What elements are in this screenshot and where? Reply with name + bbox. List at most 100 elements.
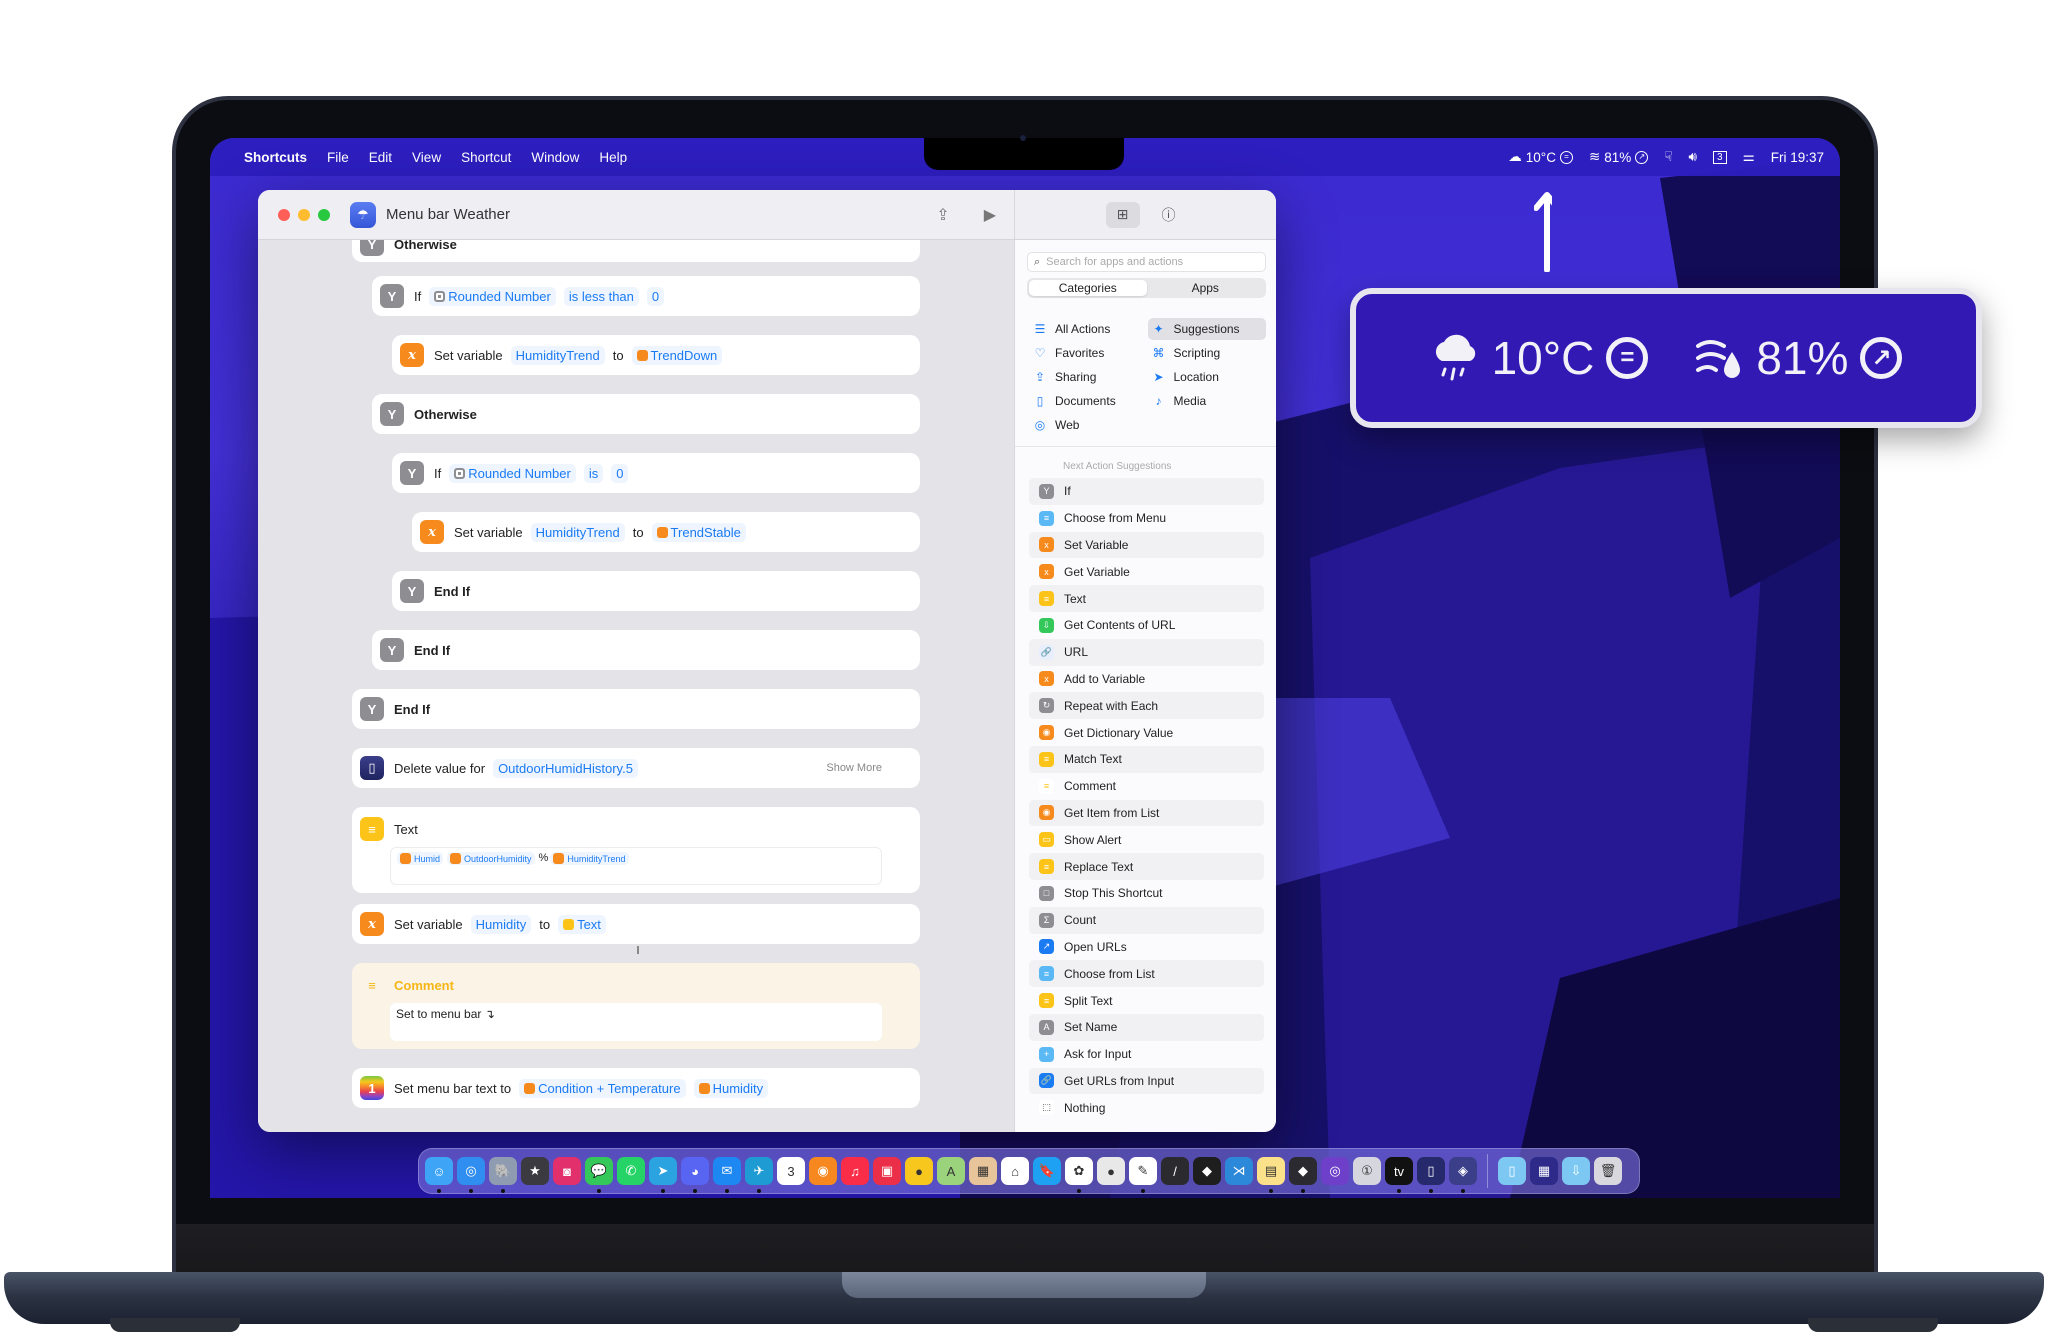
variable-token[interactable]: Humidity	[693, 1078, 769, 1098]
suggestion-choose-from-list[interactable]: ≡ Choose from List	[1029, 960, 1264, 988]
library-icon[interactable]: ⊞	[1105, 201, 1140, 228]
menu-edit[interactable]: Edit	[369, 150, 392, 165]
control-center-icon[interactable]: ⚌	[1743, 149, 1755, 165]
suggestion-repeat-with-each[interactable]: ↻ Repeat with Each	[1029, 692, 1264, 720]
category-all-actions[interactable]: ☰ All Actions	[1029, 318, 1148, 340]
dock-app-github-desktop[interactable]: ◎	[1321, 1157, 1349, 1185]
resize-handle[interactable]	[637, 946, 639, 954]
dock-app-reeder[interactable]: ★	[521, 1157, 549, 1185]
value-token[interactable]: TrendDown	[631, 345, 723, 365]
window-title[interactable]: Menu bar Weather	[386, 206, 510, 223]
key-token[interactable]: OutdoorHumidHistory.5	[493, 758, 638, 778]
dock-app-figma[interactable]: ◆	[1193, 1157, 1221, 1185]
suggestion-ask-for-input[interactable]: + Ask for Input	[1029, 1041, 1264, 1068]
action-end-if[interactable]: Y End If	[392, 571, 920, 611]
menu-file[interactable]: File	[327, 150, 349, 165]
action-set-variable[interactable]: x Set variable Humidity to Text	[352, 904, 920, 944]
value-token[interactable]: Text	[558, 914, 606, 934]
suggestion-nothing[interactable]: ⬚ Nothing	[1029, 1094, 1264, 1121]
dock-app-maps[interactable]: A	[937, 1157, 965, 1185]
action-set-variable[interactable]: x Set variable HumidityTrend to TrendSta…	[412, 512, 920, 552]
suggestion-set-variable[interactable]: x Set Variable	[1029, 531, 1264, 559]
category-location[interactable]: ➤ Location	[1148, 366, 1267, 388]
info-icon[interactable]: ⓘ	[1152, 202, 1186, 228]
suggestion-choose-from-menu[interactable]: ≡ Choose from Menu	[1029, 505, 1264, 532]
dock-app-obsidian[interactable]: ◆	[1289, 1157, 1317, 1193]
hand-cursor-icon[interactable]: ☟	[1664, 149, 1672, 165]
dock-item-screenshot[interactable]: ▦	[1530, 1157, 1558, 1185]
text-field[interactable]: Humid OutdoorHumidity % HumidityTrend	[390, 847, 882, 885]
menu-view[interactable]: View	[412, 150, 441, 165]
variable-name-token[interactable]: Humidity	[470, 914, 532, 934]
clock[interactable]: Fri 19:37	[1771, 150, 1824, 165]
suggestion-match-text[interactable]: ≡ Match Text	[1029, 745, 1264, 773]
suggestion-add-to-variable[interactable]: x Add to Variable	[1029, 666, 1264, 693]
show-more-button[interactable]: Show More	[826, 762, 882, 774]
run-button[interactable]: ▶	[984, 205, 996, 225]
menu-shortcut[interactable]: Shortcut	[461, 150, 511, 165]
variable-token[interactable]: Rounded Number	[429, 286, 556, 306]
menu-window[interactable]: Window	[531, 150, 579, 165]
calendar-icon[interactable]: 3	[1713, 150, 1727, 164]
value-token[interactable]: 0	[646, 286, 665, 306]
suggestion-count[interactable]: Σ Count	[1029, 906, 1264, 934]
variable-name-token[interactable]: HumidityTrend	[530, 522, 625, 542]
share-icon[interactable]: ⇪	[936, 205, 949, 225]
variable-token[interactable]: HumidityTrend	[550, 852, 629, 865]
suggestion-get-urls-from-input[interactable]: 🔗 Get URLs from Input	[1029, 1067, 1264, 1095]
dock-app-messages[interactable]: 💬	[585, 1157, 613, 1193]
status-humidity[interactable]: ≋ 81% ↗	[1589, 149, 1649, 165]
suggestion-replace-text[interactable]: ≡ Replace Text	[1029, 853, 1264, 880]
minimize-button[interactable]	[298, 208, 310, 221]
action-set-menu-bar-text[interactable]: 1 Set menu bar text to Condition + Tempe…	[352, 1068, 920, 1108]
category-sharing[interactable]: ⇪ Sharing	[1029, 366, 1148, 388]
dock-app-discord[interactable]: ◕	[681, 1157, 709, 1193]
comment-field[interactable]: Set to menu bar ↴	[390, 1003, 882, 1041]
variable-token[interactable]: Rounded Number	[449, 463, 576, 483]
dock-app-airmail[interactable]: ✈	[745, 1157, 773, 1193]
tab-apps[interactable]: Apps	[1147, 280, 1265, 296]
dock-app-safari[interactable]: ◎	[457, 1157, 485, 1193]
variable-name-token[interactable]: HumidityTrend	[510, 345, 605, 365]
suggestion-show-alert[interactable]: ▭ Show Alert	[1029, 826, 1264, 853]
dock-app-raycast[interactable]: /	[1161, 1157, 1189, 1185]
dock-app-data-jar[interactable]: ▯	[1417, 1157, 1445, 1193]
value-token[interactable]: TrendStable	[651, 522, 746, 542]
dock-app-tableplus[interactable]: 🐘	[489, 1157, 517, 1193]
dock-app-finder[interactable]: ☺	[425, 1157, 453, 1193]
tab-categories[interactable]: Categories	[1029, 280, 1147, 296]
category-media[interactable]: ♪ Media	[1148, 390, 1267, 412]
category-suggestions[interactable]: ✦ Suggestions	[1147, 318, 1266, 340]
dock-app-photos[interactable]: ✿	[1065, 1157, 1093, 1193]
action-otherwise[interactable]: Y Otherwise	[372, 394, 920, 434]
action-end-if[interactable]: Y End If	[372, 630, 920, 670]
dock-app-whatsapp[interactable]: ✆	[617, 1157, 645, 1185]
suggestion-get-dictionary-value[interactable]: ◉ Get Dictionary Value	[1029, 719, 1264, 746]
suggestion-set-name[interactable]: A Set Name	[1029, 1013, 1264, 1041]
dock-app-overcast[interactable]: ◉	[809, 1157, 837, 1185]
dock-app-home[interactable]: ⌂	[1001, 1157, 1029, 1185]
dock-app-sphere[interactable]: ●	[1097, 1157, 1125, 1185]
suggestion-split-text[interactable]: ≡ Split Text	[1029, 987, 1264, 1014]
suggestion-get-variable[interactable]: x Get Variable	[1029, 558, 1264, 585]
suggestion-get-contents-of-url[interactable]: ⇩ Get Contents of URL	[1029, 612, 1264, 639]
dock-app-pixelmator[interactable]: ✎	[1129, 1157, 1157, 1193]
dock-app-instagram[interactable]: ◙	[553, 1157, 581, 1185]
close-button[interactable]	[278, 208, 290, 221]
condition-token[interactable]: is less than	[563, 286, 639, 306]
category-scripting[interactable]: ⌘ Scripting	[1148, 342, 1267, 364]
dock-app-shortcuts[interactable]: ◈	[1449, 1157, 1477, 1193]
action-text[interactable]: ≡ Text Humid OutdoorHumidity % HumidityT…	[352, 807, 920, 893]
suggestion-open-urls[interactable]: ↗ Open URLs	[1029, 934, 1264, 961]
category-web[interactable]: ◎ Web	[1029, 414, 1148, 436]
suggestion-get-item-from-list[interactable]: ◉ Get Item from List	[1029, 799, 1264, 827]
suggestion-if[interactable]: Y If	[1029, 478, 1264, 505]
dock-app-vs-code[interactable]: ⋊	[1225, 1157, 1253, 1185]
category-documents[interactable]: ▯ Documents	[1029, 390, 1148, 412]
dock-item-trash[interactable]: 🗑	[1594, 1157, 1622, 1185]
suggestion-stop-this-shortcut[interactable]: □ Stop This Shortcut	[1029, 880, 1264, 907]
variable-token[interactable]: OutdoorHumidity	[447, 852, 535, 865]
variable-token[interactable]: Humid	[397, 852, 444, 865]
action-if[interactable]: Y If Rounded Number is less than 0	[372, 276, 920, 316]
dock-app-day-one[interactable]: 🔖	[1033, 1157, 1061, 1185]
